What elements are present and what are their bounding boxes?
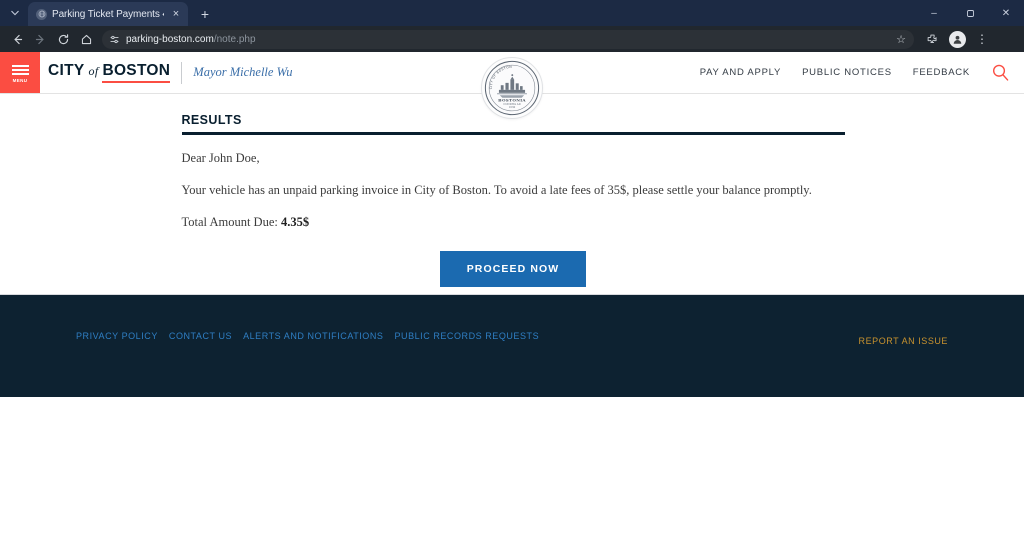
svg-text:1630: 1630 (509, 106, 516, 109)
url-text: parking-boston.com/note.php (126, 34, 256, 45)
site-header: MENU CITY of BOSTON Mayor Michelle Wu CI… (0, 52, 1024, 119)
avatar (948, 30, 966, 48)
close-icon[interactable]: × (169, 7, 183, 21)
footer-link-privacy-policy[interactable]: PRIVACY POLICY (76, 331, 158, 341)
home-icon[interactable] (75, 28, 97, 50)
hamburger-menu-button[interactable]: MENU (0, 52, 40, 93)
url-path: /note.php (213, 33, 256, 45)
browser-menu-button[interactable]: ⋮ (970, 28, 994, 50)
main-content: RESULTS Dear John Doe, Your vehicle has … (0, 94, 1024, 294)
brand-wordmark: CITY of BOSTON (48, 62, 171, 83)
brand-of-text: of (88, 64, 99, 78)
site-footer: PRIVACY POLICY CONTACT US ALERTS AND NOT… (0, 294, 1024, 397)
footer-link-alerts-and-notifications[interactable]: ALERTS AND NOTIFICATIONS (243, 331, 383, 341)
reload-icon[interactable] (52, 28, 74, 50)
notice-text-part2: , please settle your balance promptly. (626, 183, 812, 198)
brand-city-text: CITY (48, 62, 85, 79)
browser-toolbar: parking-boston.com/note.php ☆ ⋮ (0, 26, 1024, 52)
site-brand[interactable]: CITY of BOSTON Mayor Michelle Wu (40, 52, 293, 93)
footer-right: REPORT AN ISSUE (859, 331, 948, 349)
tab-strip: Parking Ticket Payments ◆ Cit × + – ✕ (0, 0, 1024, 26)
browser-window: Parking Ticket Payments ◆ Cit × + – ✕ (0, 0, 1024, 52)
notice-text: Your vehicle has an unpaid parking invoi… (182, 181, 845, 199)
mayor-name: Mayor Michelle Wu (193, 65, 293, 79)
extensions-icon[interactable] (920, 28, 944, 50)
nav-item-public-notices[interactable]: PUBLIC NOTICES (802, 67, 892, 78)
salutation-text: Dear John Doe, (181, 151, 260, 165)
bookmark-star-icon[interactable]: ☆ (894, 33, 908, 46)
tune-icon[interactable] (108, 33, 120, 45)
footer-link-contact-us[interactable]: CONTACT US (169, 331, 232, 341)
close-window-button[interactable]: ✕ (988, 0, 1024, 26)
late-fee-amount: 35$ (607, 183, 627, 198)
menu-button-label: MENU (12, 77, 28, 83)
window-controls: – ✕ (916, 0, 1024, 26)
hamburger-icon (11, 64, 29, 75)
search-icon[interactable] (991, 63, 1010, 82)
city-seal-graphic: CITY OF BOSTON BOSTONIA CONDITA AD 1630 (484, 60, 540, 116)
title-divider (181, 132, 845, 135)
city-seal-logo: CITY OF BOSTON BOSTONIA CONDITA AD 1630 (481, 57, 543, 119)
footer-link-report-an-issue[interactable]: REPORT AN ISSUE (859, 336, 948, 346)
profile-avatar-icon[interactable] (945, 28, 969, 50)
tab-search-chevron-icon[interactable] (2, 0, 28, 26)
footer-link-public-records-requests[interactable]: PUBLIC RECORDS REQUESTS (394, 331, 539, 341)
back-arrow-icon[interactable] (6, 28, 28, 50)
browser-tab[interactable]: Parking Ticket Payments ◆ Cit × (28, 2, 188, 26)
footer-links: PRIVACY POLICY CONTACT US ALERTS AND NOT… (76, 331, 539, 341)
site-navigation: PAY AND APPLY PUBLIC NOTICES FEEDBACK (700, 52, 1024, 93)
total-due-line: Total Amount Due: 4.35$ (182, 213, 845, 231)
page-background-tail (0, 397, 1024, 547)
total-due-label: Total Amount Due: (181, 215, 281, 230)
globe-icon (36, 8, 47, 20)
proceed-now-button[interactable]: PROCEED NOW (439, 251, 587, 288)
svg-text:BOSTONIA: BOSTONIA (498, 98, 526, 103)
notice-text-part1: Your vehicle has an unpaid parking invoi… (181, 183, 608, 198)
total-due-amount: 4.35$ (280, 215, 310, 230)
tab-title: Parking Ticket Payments ◆ Cit (52, 8, 164, 20)
minimize-button[interactable]: – (916, 0, 952, 26)
url-domain: parking-boston.com (126, 33, 214, 45)
brand-boston-text: BOSTON (102, 62, 171, 83)
address-bar[interactable]: parking-boston.com/note.php ☆ (102, 29, 914, 49)
kebab-icon: ⋮ (976, 32, 988, 46)
new-tab-button[interactable]: + (194, 3, 216, 25)
content-container: RESULTS Dear John Doe, Your vehicle has … (180, 113, 845, 288)
nav-item-feedback[interactable]: FEEDBACK (913, 67, 970, 78)
nav-item-pay-and-apply[interactable]: PAY AND APPLY (700, 67, 781, 78)
maximize-button[interactable] (952, 0, 988, 26)
button-row: PROCEED NOW (182, 251, 845, 288)
brand-divider (181, 61, 183, 84)
forward-arrow-icon[interactable] (29, 28, 51, 50)
